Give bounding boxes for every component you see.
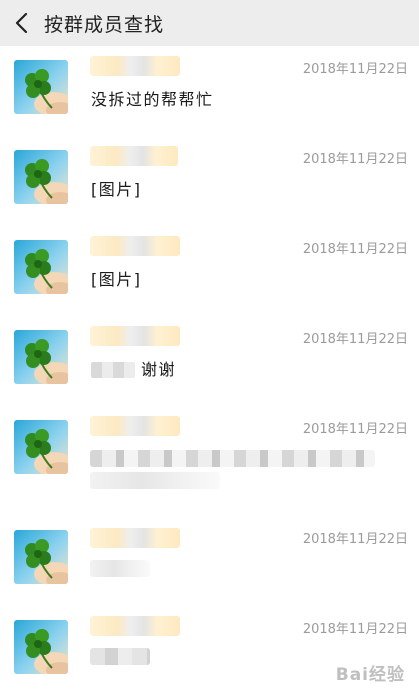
list-item[interactable]: 2018年11月22日 没拆过的帮帮忙 — [0, 46, 419, 136]
message-time: 2018年11月22日 — [302, 532, 408, 547]
top-bar: 按群成员查找 — [0, 0, 419, 46]
list-item[interactable]: 2018年11月22日 [图片] — [0, 136, 419, 226]
clover-avatar-image — [14, 420, 68, 474]
clover-avatar-image — [14, 60, 68, 114]
watermark-logo: Bai经验 — [335, 665, 405, 685]
blurred-name — [90, 326, 180, 346]
message-time: 2018年11月22日 — [302, 422, 408, 437]
message-time: 2018年11月22日 — [302, 332, 408, 347]
clover-avatar-image — [14, 530, 68, 584]
back-button[interactable] — [6, 8, 36, 38]
blurred-name — [90, 616, 180, 636]
clover-avatar-image — [14, 150, 68, 204]
blurred-text — [91, 362, 135, 378]
list-item[interactable]: 2018年11月22日 — [0, 516, 419, 606]
list-item[interactable]: 2018年11月22日 — [0, 406, 419, 516]
message-text: 没拆过的帮帮忙 — [91, 90, 214, 109]
page-title: 按群成员查找 — [44, 13, 165, 36]
blurred-name — [90, 528, 180, 548]
avatar[interactable] — [14, 240, 68, 294]
blurred-name — [90, 416, 180, 436]
avatar[interactable] — [14, 620, 68, 674]
message-text: [图片] — [91, 270, 142, 289]
clover-avatar-image — [14, 330, 68, 384]
message-time: 2018年11月22日 — [302, 242, 408, 257]
message-time: 2018年11月22日 — [302, 62, 408, 77]
message-text: 谢谢 — [141, 360, 177, 379]
chevron-left-icon — [15, 12, 28, 34]
blurred-text — [90, 450, 375, 467]
avatar[interactable] — [14, 530, 68, 584]
list-item[interactable]: 2018年11月22日 谢谢 — [0, 316, 419, 406]
avatar[interactable] — [14, 150, 68, 204]
blurred-name — [90, 146, 178, 166]
avatar[interactable] — [14, 330, 68, 384]
avatar[interactable] — [14, 60, 68, 114]
blurred-text — [90, 648, 150, 665]
message-text: [图片] — [91, 180, 142, 199]
blurred-name — [90, 56, 180, 76]
blurred-name — [90, 236, 180, 256]
clover-avatar-image — [14, 240, 68, 294]
avatar[interactable] — [14, 420, 68, 474]
list-item[interactable]: 2018年11月22日 [图片] — [0, 226, 419, 316]
message-time: 2018年11月22日 — [302, 152, 408, 167]
message-time: 2018年11月22日 — [302, 622, 408, 637]
blurred-text — [90, 560, 150, 577]
message-text-row: 谢谢 — [91, 356, 176, 380]
clover-avatar-image — [14, 620, 68, 674]
blurred-text — [90, 472, 220, 489]
